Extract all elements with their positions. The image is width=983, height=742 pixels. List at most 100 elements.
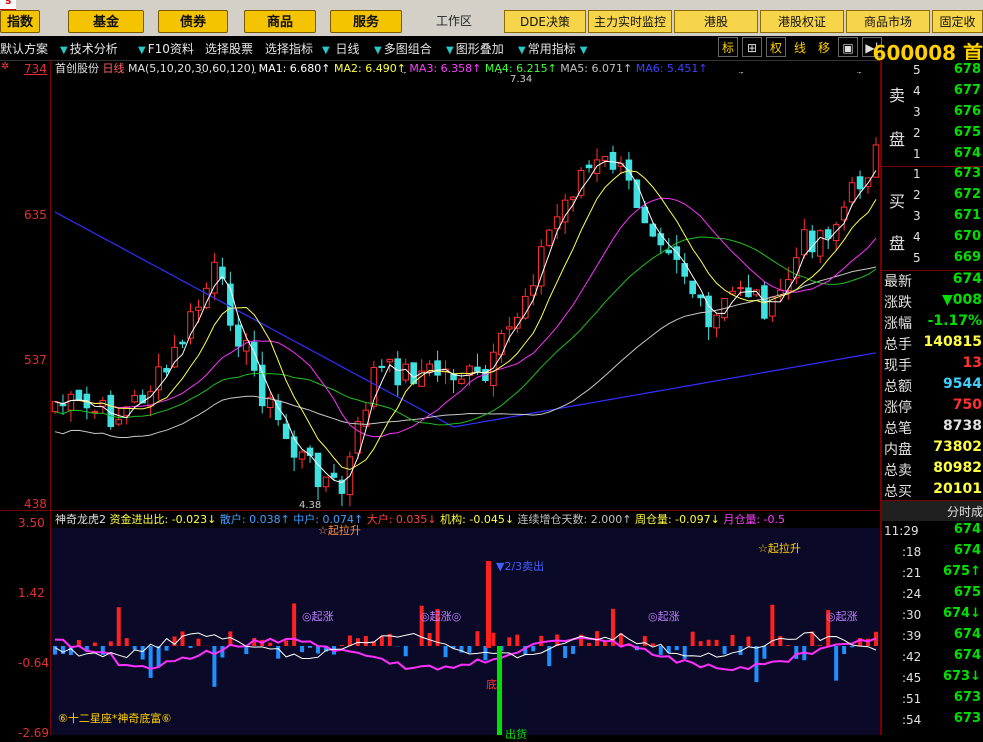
indicator-bar [731,635,735,646]
sell-signal: ▼2/3卖出 [496,558,544,574]
sell-order-row[interactable]: 3676 [882,103,983,124]
sell-order-row[interactable]: 5678 [882,61,983,82]
buy-order-row[interactable]: 4670 [882,228,983,249]
indicator-bar [587,643,591,646]
indicator-bar [778,636,782,646]
indicator-bar [133,646,137,650]
buy-order-row[interactable]: 3671 [882,207,983,228]
ma5-line [55,267,876,438]
multi-chart-dropdown[interactable]: ▼多图组合 [374,40,432,57]
commodity-market-button[interactable]: 商品市场 [846,10,930,33]
rights-button[interactable]: 权 [766,37,786,57]
candle-body [180,342,186,344]
menu-service-button[interactable]: 服务 [330,10,402,33]
stat-row: 现手13 [882,355,983,376]
indicator-chart[interactable] [51,528,880,735]
candle-body [283,424,289,438]
indicator-bar [165,646,169,651]
period-dropdown[interactable]: ▼ 日线 [322,40,360,57]
indicator-bar [109,641,113,646]
candle-body [801,230,807,255]
common-indicator-dropdown[interactable]: ▼常用指标▼ [518,40,589,57]
dropdown-arrow-icon: ▼ [580,45,588,56]
indicator-bar [603,642,607,646]
candle-body [52,402,58,412]
hk-warrant-button[interactable]: 港股权证 [760,10,844,33]
indicator-bar [483,646,487,660]
ind-y-tick-1: 1.42 [18,586,45,600]
scheme-dropdown[interactable]: 默认方案 [0,40,48,57]
ma4-line [55,237,876,425]
work-area-label[interactable]: 工作区 [436,12,472,29]
f10-dropdown[interactable]: ▼F10资料 [138,40,194,57]
candle-body [387,359,393,361]
candle-body [76,390,82,400]
tick-row: 11:29674 [882,522,983,543]
buy-order-row[interactable]: 1673 [882,165,983,186]
indicator-bar [117,607,121,646]
buy-order-row[interactable]: 5669 [882,249,983,270]
candlestick-chart[interactable]: 7.34 4.38 **** ** [51,72,880,510]
y-tick-top: 734 [24,62,47,76]
candle-body [610,152,616,169]
rise-marker-2: ◎起涨◎ [420,608,461,624]
window-icon[interactable]: ▣ [838,37,858,57]
indicator-field: 连续增仓天数: 2.000↑ [514,513,631,526]
move-button[interactable]: 移 [814,37,834,57]
indicator-bar [157,646,161,666]
rise-marker-1: ◎起涨 [302,608,334,624]
indicator-bar [125,638,129,646]
tick-row: :21675↑ [882,564,983,585]
sell-order-row[interactable]: 1674 [882,145,983,166]
tick-row: :51673 [882,690,983,711]
low-price-label: 4.38 [299,500,321,510]
indicator-bar [842,646,846,654]
y-tick-537: 537 [24,353,47,367]
sell-order-row[interactable]: 4677 [882,82,983,103]
line-button[interactable]: 线 [790,37,810,57]
candle-body [60,404,66,406]
tech-analysis-dropdown[interactable]: ▼技术分析 [60,40,118,57]
tick-row: :45673↓ [882,669,983,690]
candle-body [315,453,321,486]
indicator-bar [212,646,216,687]
menu-fund-button[interactable]: 基金 [68,10,144,33]
overlay-dropdown[interactable]: ▼图形叠加 [446,40,504,57]
rise-marker-4: ◎起涨 [826,608,858,624]
crosshair-icon[interactable]: ⊞ [742,37,762,57]
buy-order-row[interactable]: 2672 [882,186,983,207]
menu-bond-button[interactable]: 债券 [158,10,228,33]
dde-decision-button[interactable]: DDE决策 [504,10,586,33]
indicator-field: 资金进出比: -0.023↓ [110,513,217,526]
indicator-bar [149,646,153,678]
indicator-field: 机构: -0.045↓ [437,513,514,526]
rise-marker-3: ◎起涨 [648,608,680,624]
dropdown-arrow-icon: ▼ [322,45,330,56]
candle-body [331,473,337,477]
hk-stock-button[interactable]: 港股 [674,10,758,33]
candles-group [52,137,879,506]
select-indicator-button[interactable]: 选择指标 [265,40,313,57]
chart-toolbar: 默认方案 ▼技术分析 ▼F10资料 选择股票 选择指标 ▼ 日线 ▼多图组合 ▼… [0,36,983,61]
main-force-monitor-button[interactable]: 主力实时监控 [588,10,672,33]
indicator-bar [188,646,192,648]
candle-body [92,412,98,413]
sell-order-row[interactable]: 2675 [882,124,983,145]
indicator-bar [691,632,695,646]
mark-button[interactable]: 标 [718,37,738,57]
fixed-income-button[interactable]: 固定收 [932,10,983,33]
candle-body [817,231,823,256]
stat-row: 最新674 [882,271,983,292]
indicator-bar [786,645,790,646]
menu-commodity-button[interactable]: 商品 [244,10,316,33]
candle-body [666,250,672,252]
select-stock-button[interactable]: 选择股票 [205,40,253,57]
candle-body [642,207,648,222]
indicator-bar [723,646,727,654]
candle-body [538,247,544,286]
ind-y-tick-2: -0.64 [18,656,49,670]
flag-up-1: ☆起拉升 [318,522,361,538]
menu-index-button[interactable]: 指数 [0,10,40,33]
asterisk-icon: ✲ [1,61,9,72]
candle-body [833,225,839,241]
